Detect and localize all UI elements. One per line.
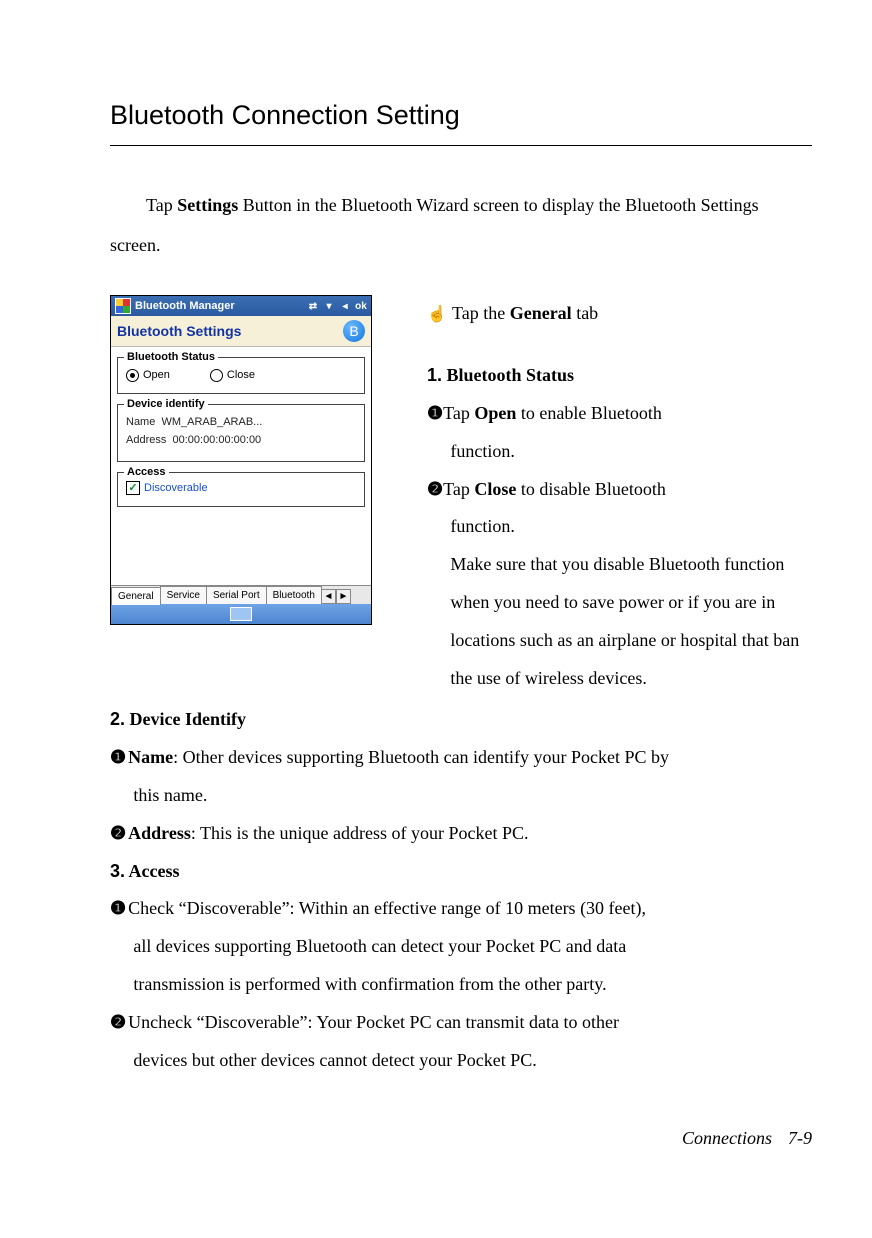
discoverable-checkbox[interactable]: Discoverable [126, 482, 208, 494]
section-3-number: 3. [110, 861, 125, 881]
bluetooth-status-legend: Bluetooth Status [124, 350, 218, 364]
section-2-title: Device Identify [125, 709, 246, 729]
section-1-extra: Make sure that you disable Bluetooth fun… [427, 546, 812, 697]
device-identify-group: Device identify Name WM_ARAB_ARAB... Add… [117, 404, 365, 463]
s2i2-text: : This is the unique address of your Poc… [191, 823, 529, 843]
ok-button[interactable]: ok [355, 300, 367, 312]
volume-icon[interactable]: ◂ [339, 300, 351, 312]
s3i1-bullet: ❶ [110, 898, 126, 918]
section-1-item-1: ❶Tap Open to enable Bluetooth [427, 395, 812, 433]
s1i1-pre: Tap [443, 403, 474, 423]
s1i2-post: to disable Bluetooth [516, 479, 665, 499]
footer-page-number: 7-9 [788, 1128, 812, 1148]
intro-bold: Settings [177, 195, 238, 215]
radio-open[interactable]: Open [126, 368, 170, 382]
s1i2-line2: function. [427, 508, 812, 546]
discoverable-label: Discoverable [144, 482, 208, 494]
hand-bold: General [510, 303, 572, 323]
s1i2-bold: Close [474, 479, 516, 499]
s3i2-text: Uncheck “Discoverable”: Your Pocket PC c… [128, 1012, 619, 1032]
discoverable-check-indicator [126, 481, 140, 495]
tab-general[interactable]: General [111, 587, 161, 605]
page-footer: Connections 7-9 [110, 1121, 812, 1155]
tab-bluetooth[interactable]: Bluetooth [266, 586, 322, 604]
s1i1-line2: function. [427, 433, 812, 471]
bluetooth-status-group: Bluetooth Status Open Close [117, 357, 365, 393]
s2i2-bullet: ❷ [110, 823, 126, 843]
s2i1-text: : Other devices supporting Bluetooth can… [173, 747, 669, 767]
section-1-number: 1. [427, 365, 442, 385]
s1i1-post: to enable Bluetooth [516, 403, 661, 423]
section-3-item-1: ❶Check “Discoverable”: Within an effecti… [110, 890, 812, 928]
bottom-content: 2. Device Identify ❶Name: Other devices … [110, 701, 812, 1079]
radio-open-label: Open [143, 369, 170, 381]
keyboard-icon[interactable] [230, 607, 252, 621]
tab-serial-port[interactable]: Serial Port [206, 586, 267, 604]
hand-pre: Tap the [448, 303, 510, 323]
section-2-item-1: ❶Name: Other devices supporting Bluetoot… [110, 739, 812, 777]
s1i2-bullet: ❷ [427, 479, 443, 499]
footer-section: Connections [682, 1128, 772, 1148]
screenshot-tabs: General Service Serial Port Bluetooth ◄ … [111, 585, 371, 604]
screenshot-bottom-bar [111, 604, 371, 624]
device-name-line: Name WM_ARAB_ARAB... [126, 415, 356, 429]
s3i1-line3: transmission is performed with confirmat… [110, 966, 812, 1004]
s2i2-bold: Address [128, 823, 191, 843]
s2i1-bullet: ❶ [110, 747, 126, 767]
device-address-label: Address [126, 434, 166, 446]
section-1-heading: 1. Bluetooth Status [427, 357, 812, 395]
screenshot-subtitle: Bluetooth Settings [117, 322, 241, 340]
s3i1-text: Check “Discoverable”: Within an effectiv… [128, 898, 646, 918]
tab-nav-left[interactable]: ◄ [321, 589, 336, 604]
screenshot-title: Bluetooth Manager [135, 299, 235, 313]
device-name-label: Name [126, 416, 155, 428]
s3i2-line2: devices but other devices cannot detect … [110, 1042, 812, 1080]
section-2-heading: 2. Device Identify [110, 701, 812, 739]
screenshot-titlebar: Bluetooth Manager ⇄ ▾ ◂ ok [111, 296, 371, 316]
section-3-item-2: ❷Uncheck “Discoverable”: Your Pocket PC … [110, 1004, 812, 1042]
connectivity-icon[interactable]: ⇄ [307, 300, 319, 312]
device-identify-legend: Device identify [124, 397, 208, 411]
section-1-title: Bluetooth Status [442, 365, 574, 385]
intro-paragraph: Tap Settings Button in the Bluetooth Wiz… [110, 186, 812, 265]
radio-close[interactable]: Close [210, 368, 255, 382]
screenshot-body: Bluetooth Status Open Close Device ident… [111, 347, 371, 585]
screenshot: Bluetooth Manager ⇄ ▾ ◂ ok Bluetooth Set… [110, 295, 372, 625]
section-3-heading: 3. Access [110, 853, 812, 891]
hand-post: tab [572, 303, 599, 323]
right-column: ☝ Tap the General tab 1. Bluetooth Statu… [427, 295, 812, 697]
device-name-value: WM_ARAB_ARAB... [161, 416, 262, 428]
s3i1-line2: all devices supporting Bluetooth can det… [110, 928, 812, 966]
device-address-line: Address 00:00:00:00:00:00 [126, 433, 356, 447]
screenshot-subtitle-bar: Bluetooth Settings B [111, 316, 371, 347]
title-rule [110, 145, 812, 146]
device-address-value: 00:00:00:00:00:00 [172, 434, 261, 446]
section-2-item-2: ❷Address: This is the unique address of … [110, 815, 812, 853]
hand-line: ☝ Tap the General tab [427, 295, 812, 333]
signal-icon[interactable]: ▾ [323, 300, 335, 312]
s2i1-bold: Name [128, 747, 173, 767]
s1i1-bold: Open [474, 403, 516, 423]
radio-close-indicator [210, 369, 223, 382]
access-group: Access Discoverable [117, 472, 365, 506]
hand-icon: ☝ [427, 298, 448, 332]
start-flag-icon[interactable] [115, 298, 131, 314]
section-1-item-2: ❷Tap Close to disable Bluetooth [427, 471, 812, 509]
section-2-number: 2. [110, 709, 125, 729]
bluetooth-icon: B [343, 320, 365, 342]
access-legend: Access [124, 465, 169, 479]
s2i1-line2: this name. [110, 777, 812, 815]
radio-open-indicator [126, 369, 139, 382]
tab-nav-right[interactable]: ► [336, 589, 351, 604]
page-title: Bluetooth Connection Setting [110, 90, 812, 141]
s1i1-bullet: ❶ [427, 403, 443, 423]
s3i2-bullet: ❷ [110, 1012, 126, 1032]
tab-service[interactable]: Service [160, 586, 207, 604]
intro-pre: Tap [146, 195, 177, 215]
radio-close-label: Close [227, 369, 255, 381]
s1i2-pre: Tap [443, 479, 474, 499]
section-3-title: Access [125, 861, 179, 881]
